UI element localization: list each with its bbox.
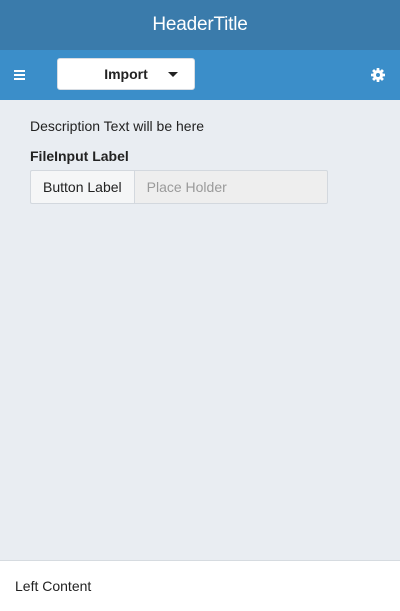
caret-down-icon (168, 72, 178, 77)
header-title: HeaderTitle (152, 14, 248, 35)
description-text: Description Text will be here (30, 118, 205, 134)
gear-icon[interactable] (370, 67, 386, 83)
hamburger-menu-icon[interactable] (12, 66, 30, 84)
main-content: Description Text will be here FileInput … (30, 117, 370, 204)
toolbar: Import (0, 50, 400, 100)
file-path-input[interactable] (133, 170, 328, 204)
app-header: HeaderTitle (0, 0, 400, 50)
footer: Left Content (0, 560, 400, 611)
file-input-label: FileInput Label (30, 148, 129, 164)
footer-left-content: Left Content (15, 578, 92, 594)
file-input: Button Label (30, 170, 330, 204)
file-browse-button[interactable]: Button Label (30, 170, 134, 204)
import-dropdown[interactable]: Import (57, 58, 195, 90)
